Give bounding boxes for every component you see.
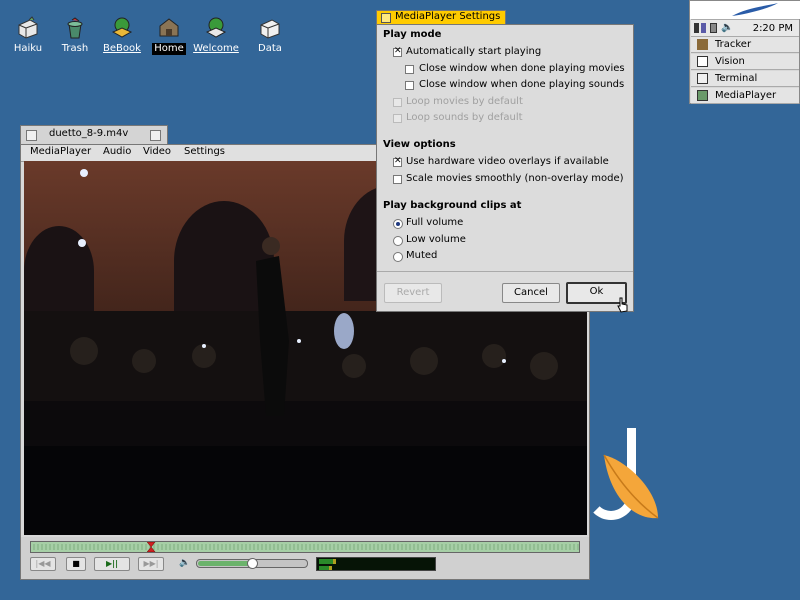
- loop-sounds-label: Loop sounds by default: [406, 112, 523, 123]
- menu-audio[interactable]: Audio: [103, 146, 131, 157]
- bebook-icon: [111, 17, 133, 38]
- desktop-icon-label: Home: [152, 43, 186, 55]
- peak-meter-bars: [319, 559, 336, 570]
- full-volume-label: Full volume: [406, 217, 464, 228]
- close-icon[interactable]: [381, 13, 391, 23]
- settings-body: Play mode Automatically start playing Cl…: [376, 24, 634, 312]
- close-sounds-checkbox[interactable]: [405, 81, 414, 90]
- deskbar-item-vision[interactable]: Vision: [691, 54, 799, 70]
- terminal-icon: [697, 73, 708, 84]
- speaker-icon: 🔈: [179, 558, 191, 568]
- close-sounds-label: Close window when done playing sounds: [419, 79, 625, 90]
- home-folder-icon: [159, 18, 179, 37]
- volume-disk-icon: [260, 19, 280, 39]
- menu-video[interactable]: Video: [143, 146, 171, 157]
- play-pause-button[interactable]: ▶||: [94, 557, 130, 571]
- desktop-icon-label: Welcome: [193, 43, 239, 54]
- desktop-icon-welcome[interactable]: Welcome: [188, 16, 244, 55]
- menu-mediaplayer[interactable]: MediaPlayer: [30, 146, 91, 157]
- desktop-icon-label: Data: [258, 43, 282, 54]
- deskbar-item-label: Vision: [715, 56, 745, 67]
- stop-button[interactable]: ■: [66, 557, 86, 571]
- speaker-icon[interactable]: 🔈: [721, 22, 733, 33]
- loop-movies-checkbox[interactable]: [393, 98, 402, 107]
- desktop-icon-label: Haiku: [13, 43, 43, 54]
- volume-knob[interactable]: [247, 558, 258, 569]
- window-tab[interactable]: MediaPlayer Settings: [376, 10, 506, 24]
- scale-smooth-checkbox[interactable]: [393, 175, 402, 184]
- trash-icon: [67, 17, 83, 39]
- disk-icon: [18, 16, 38, 39]
- divider: [377, 271, 633, 272]
- hw-overlays-checkbox[interactable]: [393, 156, 402, 167]
- section-heading-bg-clips: Play background clips at: [383, 200, 522, 211]
- window-title: duetto_8-9.m4v: [49, 128, 129, 139]
- window-title: MediaPlayer Settings: [395, 11, 501, 22]
- close-movies-label: Close window when done playing movies: [419, 63, 625, 74]
- deskbar-item-label: Tracker: [715, 39, 752, 50]
- full-volume-radio[interactable]: [393, 219, 403, 229]
- peak-meter: [316, 557, 436, 571]
- section-heading-view-options: View options: [383, 139, 456, 150]
- tracker-icon: [697, 39, 708, 50]
- auto-start-checkbox[interactable]: [393, 46, 402, 57]
- vision-icon: [697, 56, 708, 67]
- seek-track: [31, 541, 579, 553]
- desktop-icon-label: Trash: [61, 43, 89, 54]
- low-volume-label: Low volume: [406, 234, 466, 245]
- settings-window: MediaPlayer Settings Play mode Automatic…: [376, 10, 634, 312]
- cancel-button[interactable]: Cancel: [502, 283, 560, 303]
- transport-controls: |◀◀ ■ ▶|| ▶▶| 🔈: [21, 537, 589, 579]
- seek-slider[interactable]: [30, 541, 580, 553]
- muted-label: Muted: [406, 250, 438, 261]
- deskbar-item-mediaplayer[interactable]: MediaPlayer: [691, 88, 799, 104]
- volume-fill: [198, 561, 253, 566]
- mediaplayer-icon: [697, 90, 708, 101]
- section-heading-play-mode: Play mode: [383, 29, 442, 40]
- cpu-meter-icon: [694, 23, 699, 33]
- deskbar-menu-button[interactable]: [690, 1, 800, 19]
- desktop-icon-label: BeBook: [103, 43, 141, 54]
- loop-sounds-checkbox[interactable]: [393, 114, 402, 123]
- muted-radio[interactable]: [393, 252, 403, 262]
- network-icon[interactable]: [710, 23, 717, 33]
- scale-smooth-label: Scale movies smoothly (non-overlay mode): [406, 173, 624, 184]
- welcome-icon: [205, 17, 227, 38]
- deskbar-item-label: Terminal: [715, 73, 758, 84]
- skip-forward-button[interactable]: ▶▶|: [138, 557, 164, 571]
- deskbar-item-tracker[interactable]: Tracker: [691, 37, 799, 53]
- volume-slider[interactable]: [196, 558, 308, 569]
- loop-movies-label: Loop movies by default: [406, 96, 523, 107]
- revert-button[interactable]: Revert: [384, 283, 442, 303]
- system-tray: 🔈 2:20 PM: [691, 19, 799, 37]
- close-icon[interactable]: [26, 130, 37, 141]
- skip-back-button[interactable]: |◀◀: [30, 557, 56, 571]
- hw-overlays-label: Use hardware video overlays if available: [406, 156, 609, 167]
- hand-cursor-icon: [617, 297, 628, 313]
- window-tab[interactable]: duetto_8-9.m4v: [20, 125, 168, 144]
- desktop-icon-data[interactable]: Data: [242, 16, 298, 55]
- close-movies-checkbox[interactable]: [405, 65, 414, 74]
- deskbar-item-label: MediaPlayer: [715, 90, 777, 101]
- haiku-leaf-icon: [603, 454, 659, 519]
- clock[interactable]: 2:20 PM: [753, 23, 793, 34]
- low-volume-radio[interactable]: [393, 236, 403, 246]
- deskbar-item-terminal[interactable]: Terminal: [691, 71, 799, 87]
- cpu-meter-icon: [701, 23, 706, 33]
- haiku-leaf-icon: [732, 3, 778, 16]
- menu-settings[interactable]: Settings: [184, 146, 225, 157]
- auto-start-label: Automatically start playing: [406, 46, 542, 57]
- deskbar: 🔈 2:20 PM Tracker Vision Terminal MediaP…: [689, 0, 800, 104]
- zoom-icon[interactable]: [150, 130, 161, 141]
